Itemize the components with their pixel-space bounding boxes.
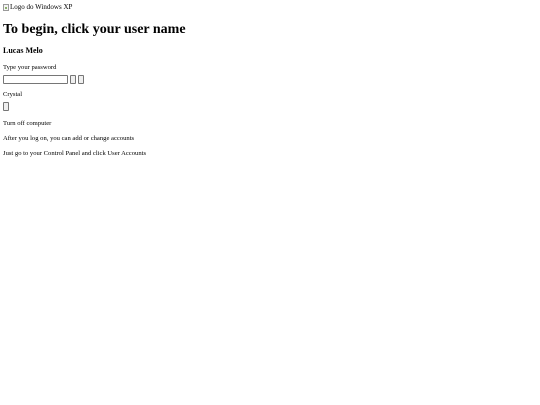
user-name-crystal[interactable]: Crystal [3, 90, 540, 99]
windows-xp-logo: Logo do Windows XP [3, 3, 540, 12]
accounts-hint-text: After you log on, you can add or change … [3, 135, 135, 142]
user-name-lucas-melo[interactable]: Lucas Melo [3, 46, 540, 56]
crystal-user-button[interactable] [3, 102, 9, 111]
password-hint-button[interactable] [78, 75, 84, 84]
password-label: Type your password [3, 64, 57, 71]
password-row [3, 74, 540, 85]
page-title: To begin, click your user name [3, 22, 186, 37]
login-page: Logo do Windows XP To begin, click your … [0, 0, 540, 405]
crystal-button-row [3, 102, 540, 112]
control-panel-hint-text: Just go to your Control Panel and click … [3, 150, 147, 157]
broken-image-icon [3, 4, 9, 11]
submit-password-button[interactable] [70, 75, 76, 84]
turn-off-computer-link[interactable]: Turn off computer [3, 119, 540, 128]
password-input[interactable] [3, 75, 68, 84]
logo-alt-text: Logo do Windows XP [10, 3, 73, 11]
